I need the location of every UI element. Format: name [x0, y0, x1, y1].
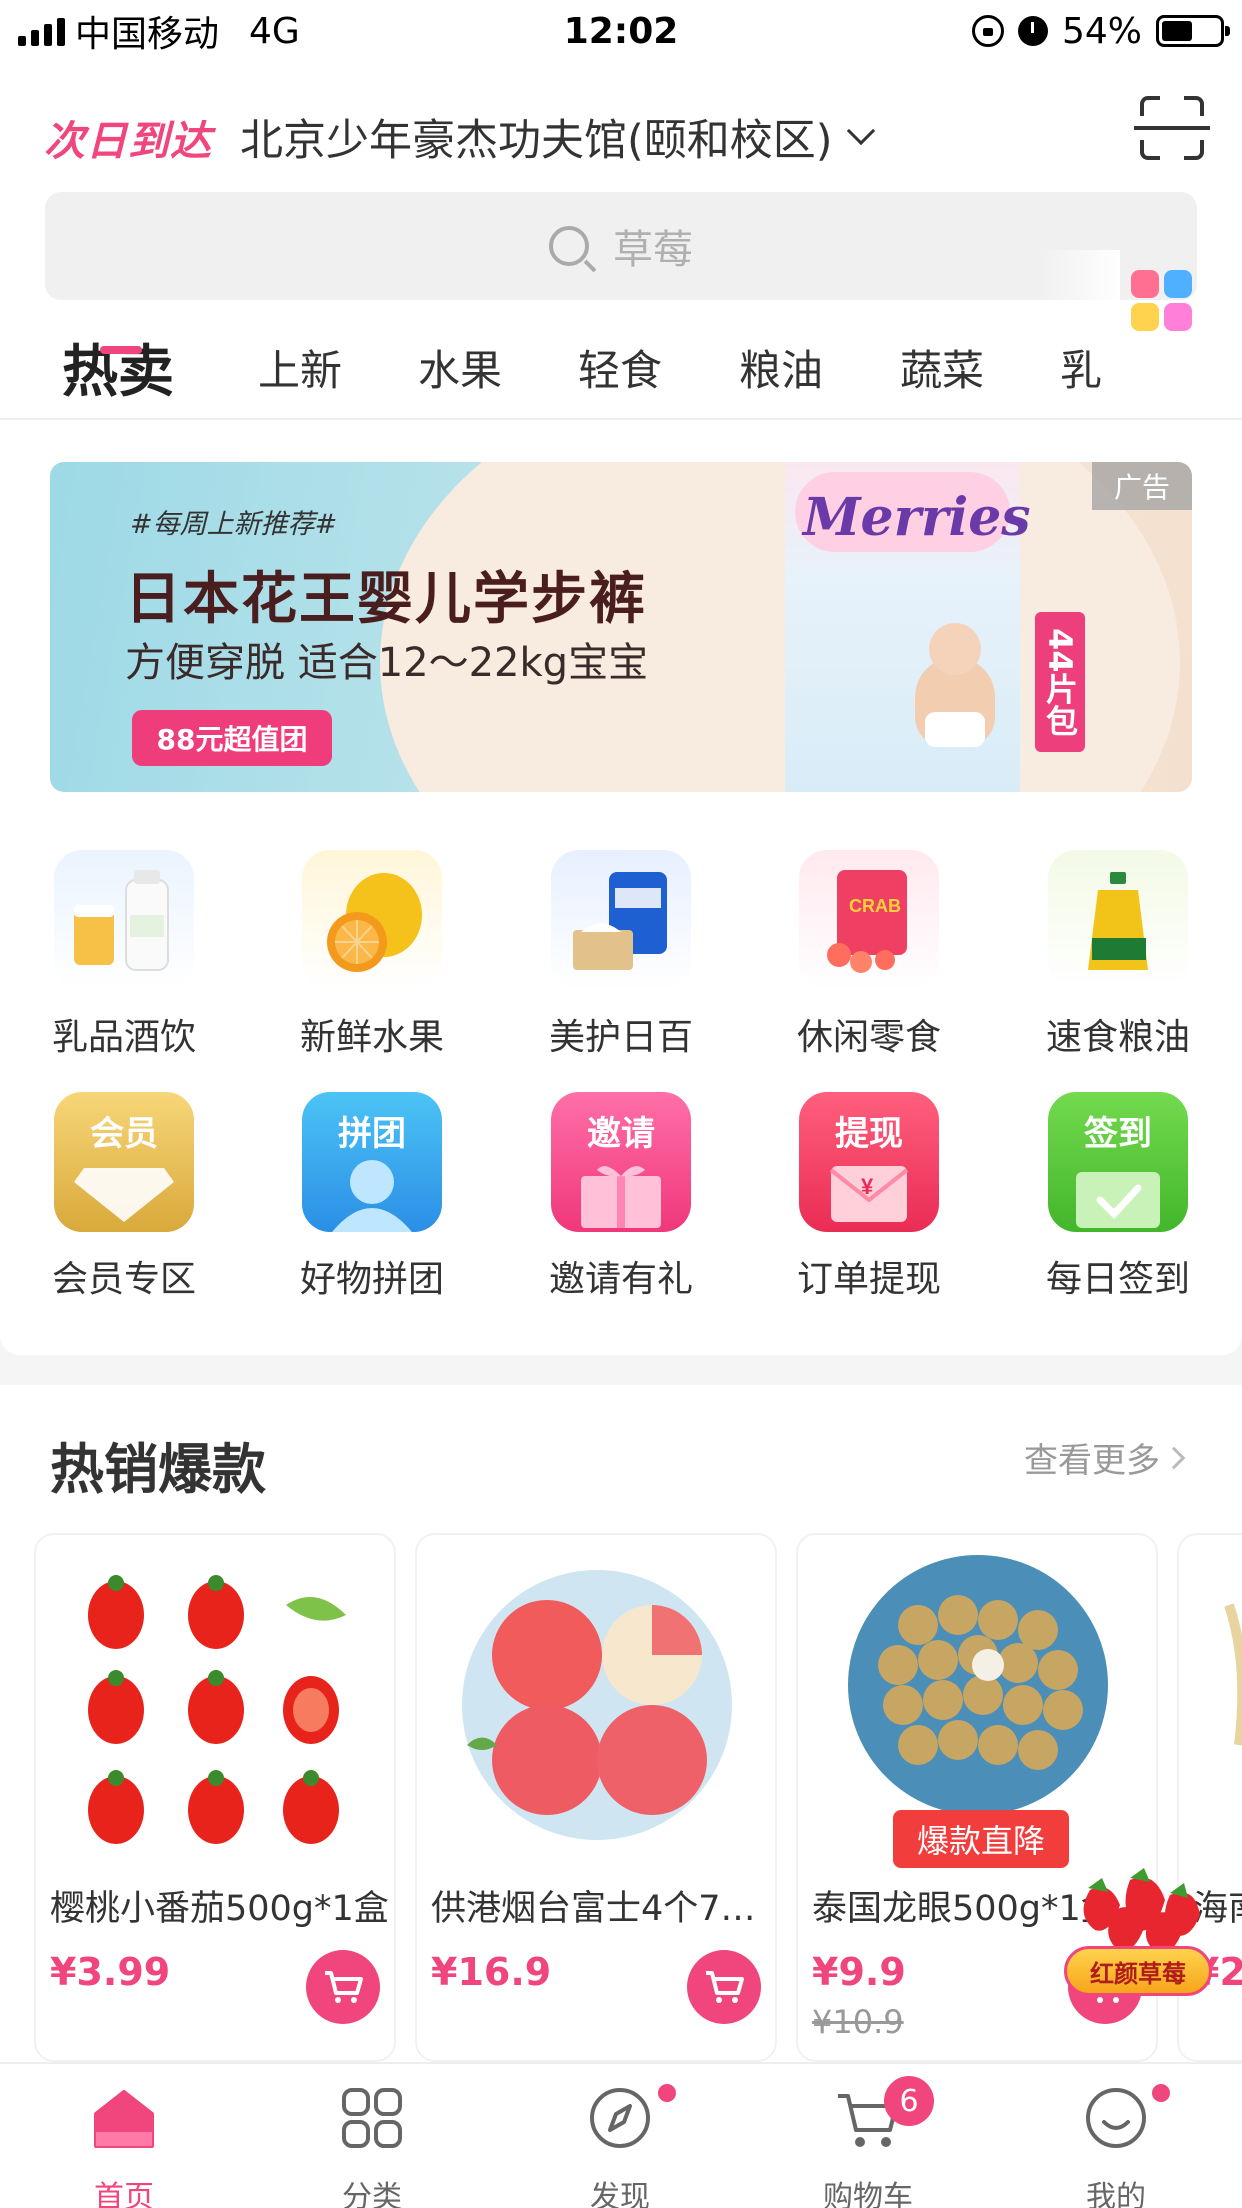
group-icon: 拼团 [302, 1092, 442, 1232]
bottom-nav: 首页 分类 发现 6 购物车 我的 [0, 2062, 1242, 2208]
category-checkin[interactable]: 签到 每日签到 [1028, 1092, 1208, 1302]
home-icon [94, 2090, 154, 2148]
snack-icon: CRAB [799, 850, 939, 990]
status-bar: 中国移动 4G 12:02 54% [0, 0, 1242, 62]
ad-tag: 广告 [1092, 462, 1192, 510]
tab-grain-oil[interactable]: 粮油 [739, 312, 823, 422]
nav-home[interactable]: 首页 [0, 2064, 248, 2208]
banner-deal-button[interactable]: 88元超值团 [132, 710, 332, 766]
category-grid-icon [342, 2088, 402, 2148]
nav-discover[interactable]: 发现 [496, 2064, 744, 2208]
tab-hot[interactable]: 热卖 [62, 312, 174, 422]
search-placeholder: 草莓 [613, 227, 693, 273]
apple-image [462, 1570, 732, 1840]
signal-icon [18, 16, 65, 46]
active-tab-indicator [100, 346, 142, 354]
price-drop-badge: 爆款直降 [893, 1810, 1069, 1868]
pack-count-badge: 44片包 [1035, 612, 1085, 752]
tab-light-food[interactable]: 轻食 [578, 312, 662, 422]
banner-title: 日本花王婴儿学步裤 [125, 567, 647, 632]
care-icon [551, 850, 691, 990]
compass-icon [590, 2088, 650, 2148]
category-snacks[interactable]: CRAB 休闲零食 [779, 850, 959, 1060]
scan-button[interactable] [1134, 96, 1210, 160]
product-name: 樱桃小番茄500g*1盒 [50, 1889, 389, 1929]
category-withdraw[interactable]: 提现 ¥ 订单提现 [779, 1092, 959, 1302]
chevron-right-icon [1162, 1446, 1186, 1469]
battery-fill [1162, 21, 1193, 41]
notification-dot [658, 2084, 676, 2102]
nav-category[interactable]: 分类 [248, 2064, 496, 2208]
alarm-icon [1017, 16, 1048, 46]
cart-count-badge: 6 [884, 2076, 934, 2126]
strawberry-float-promo[interactable]: 红颜草莓 [1060, 1860, 1220, 2020]
category-beauty-daily[interactable]: 美护日百 [531, 850, 711, 1060]
product-price: ¥3.99 [50, 1950, 171, 1994]
next-day-tag: 次日到达 [44, 117, 212, 165]
banner-hashtag: #每周上新推荐# [130, 509, 338, 540]
tab-new[interactable]: 上新 [258, 312, 342, 422]
banner-subtitle: 方便穿脱 适合12～22kg宝宝 [125, 640, 649, 686]
carrier-label: 中国移动 [75, 14, 220, 55]
member-icon: 会员 [54, 1092, 194, 1232]
tab-vegetables[interactable]: 蔬菜 [900, 312, 984, 422]
product-price: ¥16.9 [431, 1950, 552, 1994]
product-card[interactable]: 供港烟台富士4个74… ¥16.9 [415, 1533, 777, 2062]
scan-icon [1134, 126, 1210, 130]
rotation-lock-icon [971, 15, 1004, 47]
strawberry-label: 红颜草莓 [1064, 1946, 1212, 1996]
svg-text:CRAB: CRAB [849, 896, 901, 916]
add-to-cart-button[interactable] [687, 1950, 761, 2024]
promo-banner[interactable]: #每周上新推荐# 日本花王婴儿学步裤 方便穿脱 适合12～22kg宝宝 88元超… [50, 462, 1192, 792]
diaper-package-image: Merries [785, 462, 1031, 792]
original-price: ¥10.9 [812, 2003, 904, 2041]
home-content: #每周上新推荐# 日本花王婴儿学步裤 方便穿脱 适合12～22kg宝宝 88元超… [0, 420, 1242, 1355]
search-icon [549, 226, 589, 266]
checkin-icon: 签到 [1048, 1092, 1188, 1232]
view-more-link[interactable]: 查看更多 [1024, 1433, 1186, 1482]
product-image [1224, 1603, 1242, 1746]
category-dairy-drinks[interactable]: 乳品酒饮 [34, 850, 214, 1060]
tab-fruit[interactable]: 水果 [418, 312, 502, 422]
milk-icon [54, 850, 194, 990]
cherry-tomato-image [88, 1575, 346, 1844]
add-to-cart-button[interactable] [306, 1950, 380, 2024]
withdraw-icon: 提现 ¥ [799, 1092, 939, 1232]
smile-profile-icon [1086, 2088, 1146, 2148]
network-label: 4G [249, 10, 300, 52]
category-member[interactable]: 会员 会员专区 [34, 1092, 214, 1302]
category-group-buy[interactable]: 拼团 好物拼团 [282, 1092, 462, 1302]
section-title: 热销爆款 [50, 1438, 266, 1501]
cart-icon [325, 1971, 363, 2003]
nav-cart[interactable]: 6 购物车 [744, 2064, 992, 2208]
product-name: 供港烟台富士4个74… [431, 1889, 776, 1929]
brand-logo: Merries [803, 487, 1031, 548]
hot-sale-section: 热销爆款 查看更多 樱桃小番茄500g*1盒 ¥3.99 供港烟台富士4个74… [0, 1385, 1242, 2062]
category-instant-grain-oil[interactable]: 速食粮油 [1028, 850, 1208, 1060]
strawberry-icon [1083, 1868, 1200, 1954]
all-categories-grid-icon[interactable] [1131, 270, 1193, 332]
header: 次日到达 北京少年豪杰功夫馆(颐和校区) 草莓 热卖 上新 水果 轻食 粮油 蔬… [0, 62, 1242, 422]
invite-icon: 邀请 [551, 1092, 691, 1232]
search-input[interactable]: 草莓 [45, 192, 1197, 300]
svg-text:¥: ¥ [861, 1174, 874, 1199]
fruit-icon [302, 850, 442, 990]
notification-dot [1152, 2084, 1170, 2102]
battery-percent: 54% [1061, 10, 1142, 52]
baby-image [915, 623, 995, 747]
category-invite[interactable]: 邀请 邀请有礼 [531, 1092, 711, 1302]
chevron-down-icon[interactable] [846, 116, 875, 146]
location-selector[interactable]: 北京少年豪杰功夫馆(颐和校区) [240, 106, 833, 168]
oil-icon [1048, 850, 1188, 990]
nav-profile[interactable]: 我的 [992, 2064, 1240, 2208]
product-price: ¥9.9 [812, 1950, 906, 1994]
category-fresh-fruit[interactable]: 新鲜水果 [282, 850, 462, 1060]
battery-icon [1156, 15, 1230, 47]
cart-icon [706, 1971, 744, 2003]
product-card[interactable]: 樱桃小番茄500g*1盒 ¥3.99 [34, 1533, 396, 2062]
